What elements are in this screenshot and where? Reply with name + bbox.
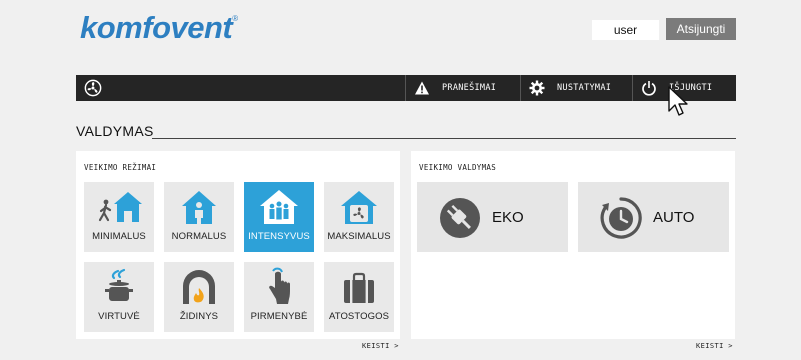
fan-house-icon [341, 191, 377, 224]
nav-messages[interactable]: PRANEŠIMAI [405, 75, 520, 101]
eco-plug-icon [440, 198, 480, 238]
main-navbar: PRANEŠIMAI NUSTATYMAI IŠJUNGTI [76, 75, 736, 101]
control-change-link[interactable]: KEISTI > [696, 342, 733, 350]
komfovent-logo: komfovent® [80, 10, 238, 46]
modes-panel: VEIKIMO REŽIMAI MINIMALUS NORMALUS INTEN… [76, 151, 400, 339]
walking-person-house-icon [98, 192, 142, 222]
page-title: VALDYMAS [76, 123, 154, 139]
control-tile-auto[interactable]: AUTO [578, 182, 729, 252]
mode-tile-pirmenybe[interactable]: PIRMENYBĖ [244, 262, 314, 332]
fan-icon[interactable] [84, 79, 102, 97]
mode-label: ATOSTOGOS [328, 311, 390, 322]
group-house-icon [260, 190, 298, 224]
mode-label: MINIMALUS [92, 231, 146, 242]
user-name-display: user [592, 20, 659, 40]
control-label: EKO [492, 209, 524, 226]
mode-label: MAKSIMALUS [327, 231, 391, 242]
registered-mark: ® [232, 14, 238, 23]
mode-tile-intensyvus[interactable]: INTENSYVUS [244, 182, 314, 252]
mode-label: ŽIDINYS [179, 311, 219, 322]
mode-label: NORMALUS [171, 231, 227, 242]
power-icon [642, 81, 656, 96]
mode-tile-maksimalus[interactable]: MAKSIMALUS [324, 182, 394, 252]
pointing-hand-icon [269, 267, 290, 304]
logo-text: komfovent [80, 10, 233, 45]
section-divider [152, 138, 736, 139]
mouse-cursor-icon [668, 86, 688, 116]
suitcase-icon [344, 272, 374, 303]
control-label: AUTO [653, 209, 695, 226]
nav-settings[interactable]: NUSTATYMAI [520, 75, 632, 101]
mode-tile-zidinys[interactable]: ŽIDINYS [164, 262, 234, 332]
mode-tile-normalus[interactable]: NORMALUS [164, 182, 234, 252]
control-panel-title: VEIKIMO VALDYMAS [419, 163, 497, 172]
cooking-pot-icon [105, 268, 133, 301]
mode-tile-atostogos[interactable]: ATOSTOGOS [324, 262, 394, 332]
modes-panel-title: VEIKIMO REŽIMAI [84, 163, 157, 172]
nav-settings-label: NUSTATYMAI [557, 83, 612, 93]
mode-label: VIRTUVĖ [98, 311, 140, 322]
logout-button[interactable]: Atsijungti [666, 18, 736, 40]
mode-label: INTENSYVUS [248, 231, 310, 242]
mode-tile-virtuve[interactable]: VIRTUVĖ [84, 262, 154, 332]
nav-messages-label: PRANEŠIMAI [442, 83, 497, 93]
gear-icon [529, 80, 545, 96]
mode-label: PIRMENYBĖ [250, 311, 308, 322]
modes-change-link[interactable]: KEISTI > [362, 342, 399, 350]
control-tile-eko[interactable]: EKO [417, 182, 568, 252]
auto-clock-icon [600, 197, 642, 239]
mode-tile-minimalus[interactable]: MINIMALUS [84, 182, 154, 252]
control-panel: VEIKIMO VALDYMAS EKO AUTO [411, 151, 735, 339]
warning-icon [415, 81, 429, 95]
fireplace-icon [183, 270, 215, 304]
person-house-icon [182, 191, 216, 224]
